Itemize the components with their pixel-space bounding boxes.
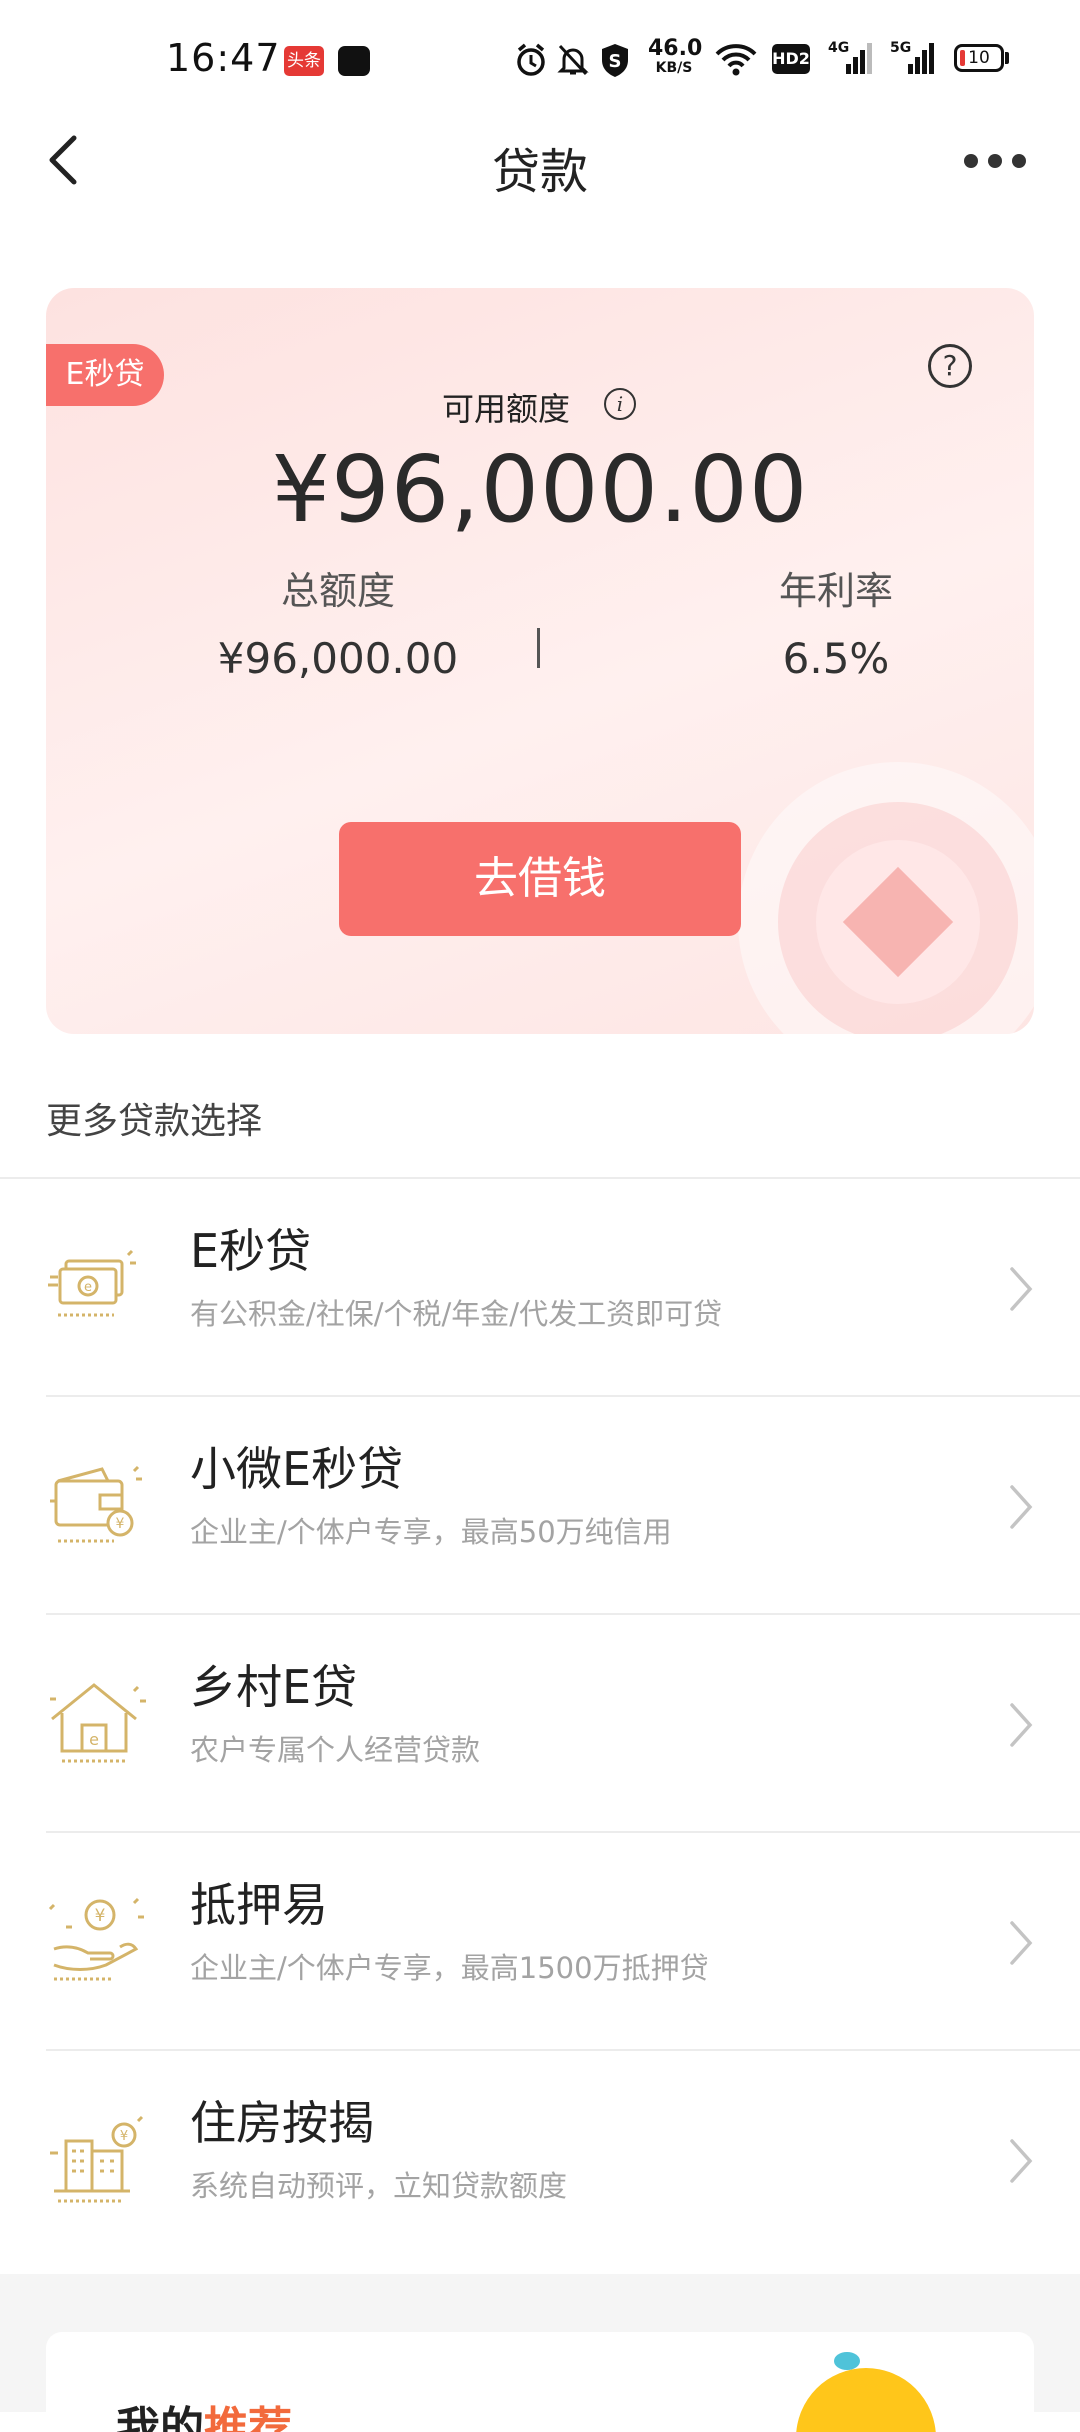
more-dots-icon: [964, 154, 978, 168]
loan-item-desc: 有公积金/社保/个税/年金/代发工资即可贷: [190, 1297, 723, 1331]
page-title: 贷款: [491, 144, 588, 200]
section-title: 更多贷款选择: [46, 1101, 263, 1142]
annual-rate-label: 年利率: [778, 569, 893, 613]
chevron-right-icon: [1010, 1921, 1033, 1965]
loan-item-xiangcun-e-dai[interactable]: e 乡村E贷 农户专属个人经营贷款: [0, 1615, 1080, 1833]
status-time: 16:47: [166, 36, 281, 80]
borrow-button[interactable]: 去借钱: [339, 822, 741, 936]
svg-text:¥: ¥: [116, 1516, 125, 1532]
svg-text:S: S: [609, 51, 622, 72]
loan-item-name: 小微E秒贷: [190, 1442, 404, 1496]
wifi-icon: [714, 40, 758, 80]
shield-s-icon: S: [598, 40, 632, 80]
status-bar: 16:47 头条 S 46.0 KB/S HD2 4G 5G 10: [0, 0, 1080, 120]
info-icon[interactable]: i: [604, 388, 636, 420]
chevron-right-icon: [1010, 1267, 1033, 1311]
loan-item-desc: 企业主/个体户专享，最高50万纯信用: [190, 1515, 672, 1549]
alarm-icon: [514, 40, 548, 80]
battery-cap: [1005, 52, 1009, 64]
loan-item-name: 住房按揭: [190, 2096, 374, 2150]
loan-item-name: 抵押易: [190, 1878, 328, 1932]
product-tag: E秒贷: [46, 344, 164, 406]
more-options-button[interactable]: [960, 140, 1030, 180]
svg-text:¥: ¥: [120, 2129, 128, 2144]
cash-e-icon: e: [44, 1233, 152, 1341]
loan-item-name: E秒贷: [190, 1224, 312, 1278]
stat-divider: [537, 628, 540, 668]
loan-item-e-miao-dai[interactable]: e E秒贷 有公积金/社保/个税/年金/代发工资即可贷: [0, 1179, 1080, 1397]
signal-bars-icon-2: [908, 42, 936, 74]
total-limit-label: 总额度: [280, 569, 395, 613]
loan-item-desc: 系统自动预评，立知贷款额度: [190, 2169, 568, 2203]
loan-item-zhufang-anjie[interactable]: ¥ 住房按揭 系统自动预评，立知贷款额度: [0, 2051, 1080, 2269]
loan-item-desc: 企业主/个体户专享，最高1500万抵押贷: [190, 1951, 709, 1985]
available-amount: ¥96,000.00: [271, 436, 809, 543]
annual-rate-value: 6.5%: [782, 634, 890, 683]
bell-muted-icon: [556, 40, 590, 80]
svg-text:¥: ¥: [95, 1906, 106, 1926]
total-limit-value: ¥96,000.00: [217, 634, 459, 683]
coin-decoration-icon: [738, 762, 1034, 1034]
hand-coin-icon: ¥: [44, 1887, 152, 1995]
help-icon[interactable]: ?: [928, 344, 972, 388]
svg-text:e: e: [84, 1280, 92, 1295]
chevron-right-icon: [1010, 1703, 1033, 1747]
wallet-yen-icon: ¥: [44, 1451, 152, 1559]
toutiao-app-icon: 头条: [284, 46, 324, 76]
battery-icon: 10: [954, 44, 1004, 72]
house-e-icon: e: [44, 1669, 152, 1777]
app-notification-icon: [338, 46, 370, 76]
recommend-card[interactable]: 我的推荐: [46, 2332, 1034, 2432]
gold-coin-icon: [796, 2368, 936, 2432]
hd-voice-icon: HD2: [772, 44, 810, 74]
loan-item-diya-yi[interactable]: ¥ 抵押易 企业主/个体户专享，最高1500万抵押贷: [0, 1833, 1080, 2051]
loan-item-desc: 农户专属个人经营贷款: [190, 1733, 481, 1767]
recommend-title: 我的推荐: [116, 2403, 292, 2432]
net-speed: 46.0 KB/S: [648, 36, 703, 77]
available-label: 可用额度: [442, 390, 571, 428]
decor-dot: [834, 2352, 860, 2370]
signal-bars-icon-1: [846, 42, 874, 74]
loan-summary-card: E秒贷 ? 可用额度 i ¥96,000.00 总额度 ¥96,000.00 年…: [46, 288, 1034, 1034]
svg-text:e: e: [89, 1730, 99, 1749]
loan-item-name: 乡村E贷: [190, 1660, 358, 1714]
loan-item-xiaowei-e-miao-dai[interactable]: ¥ 小微E秒贷 企业主/个体户专享，最高50万纯信用: [0, 1397, 1080, 1615]
chevron-right-icon: [1010, 2139, 1033, 2183]
building-yen-icon: ¥: [44, 2105, 152, 2213]
chevron-right-icon: [1010, 1485, 1033, 1529]
